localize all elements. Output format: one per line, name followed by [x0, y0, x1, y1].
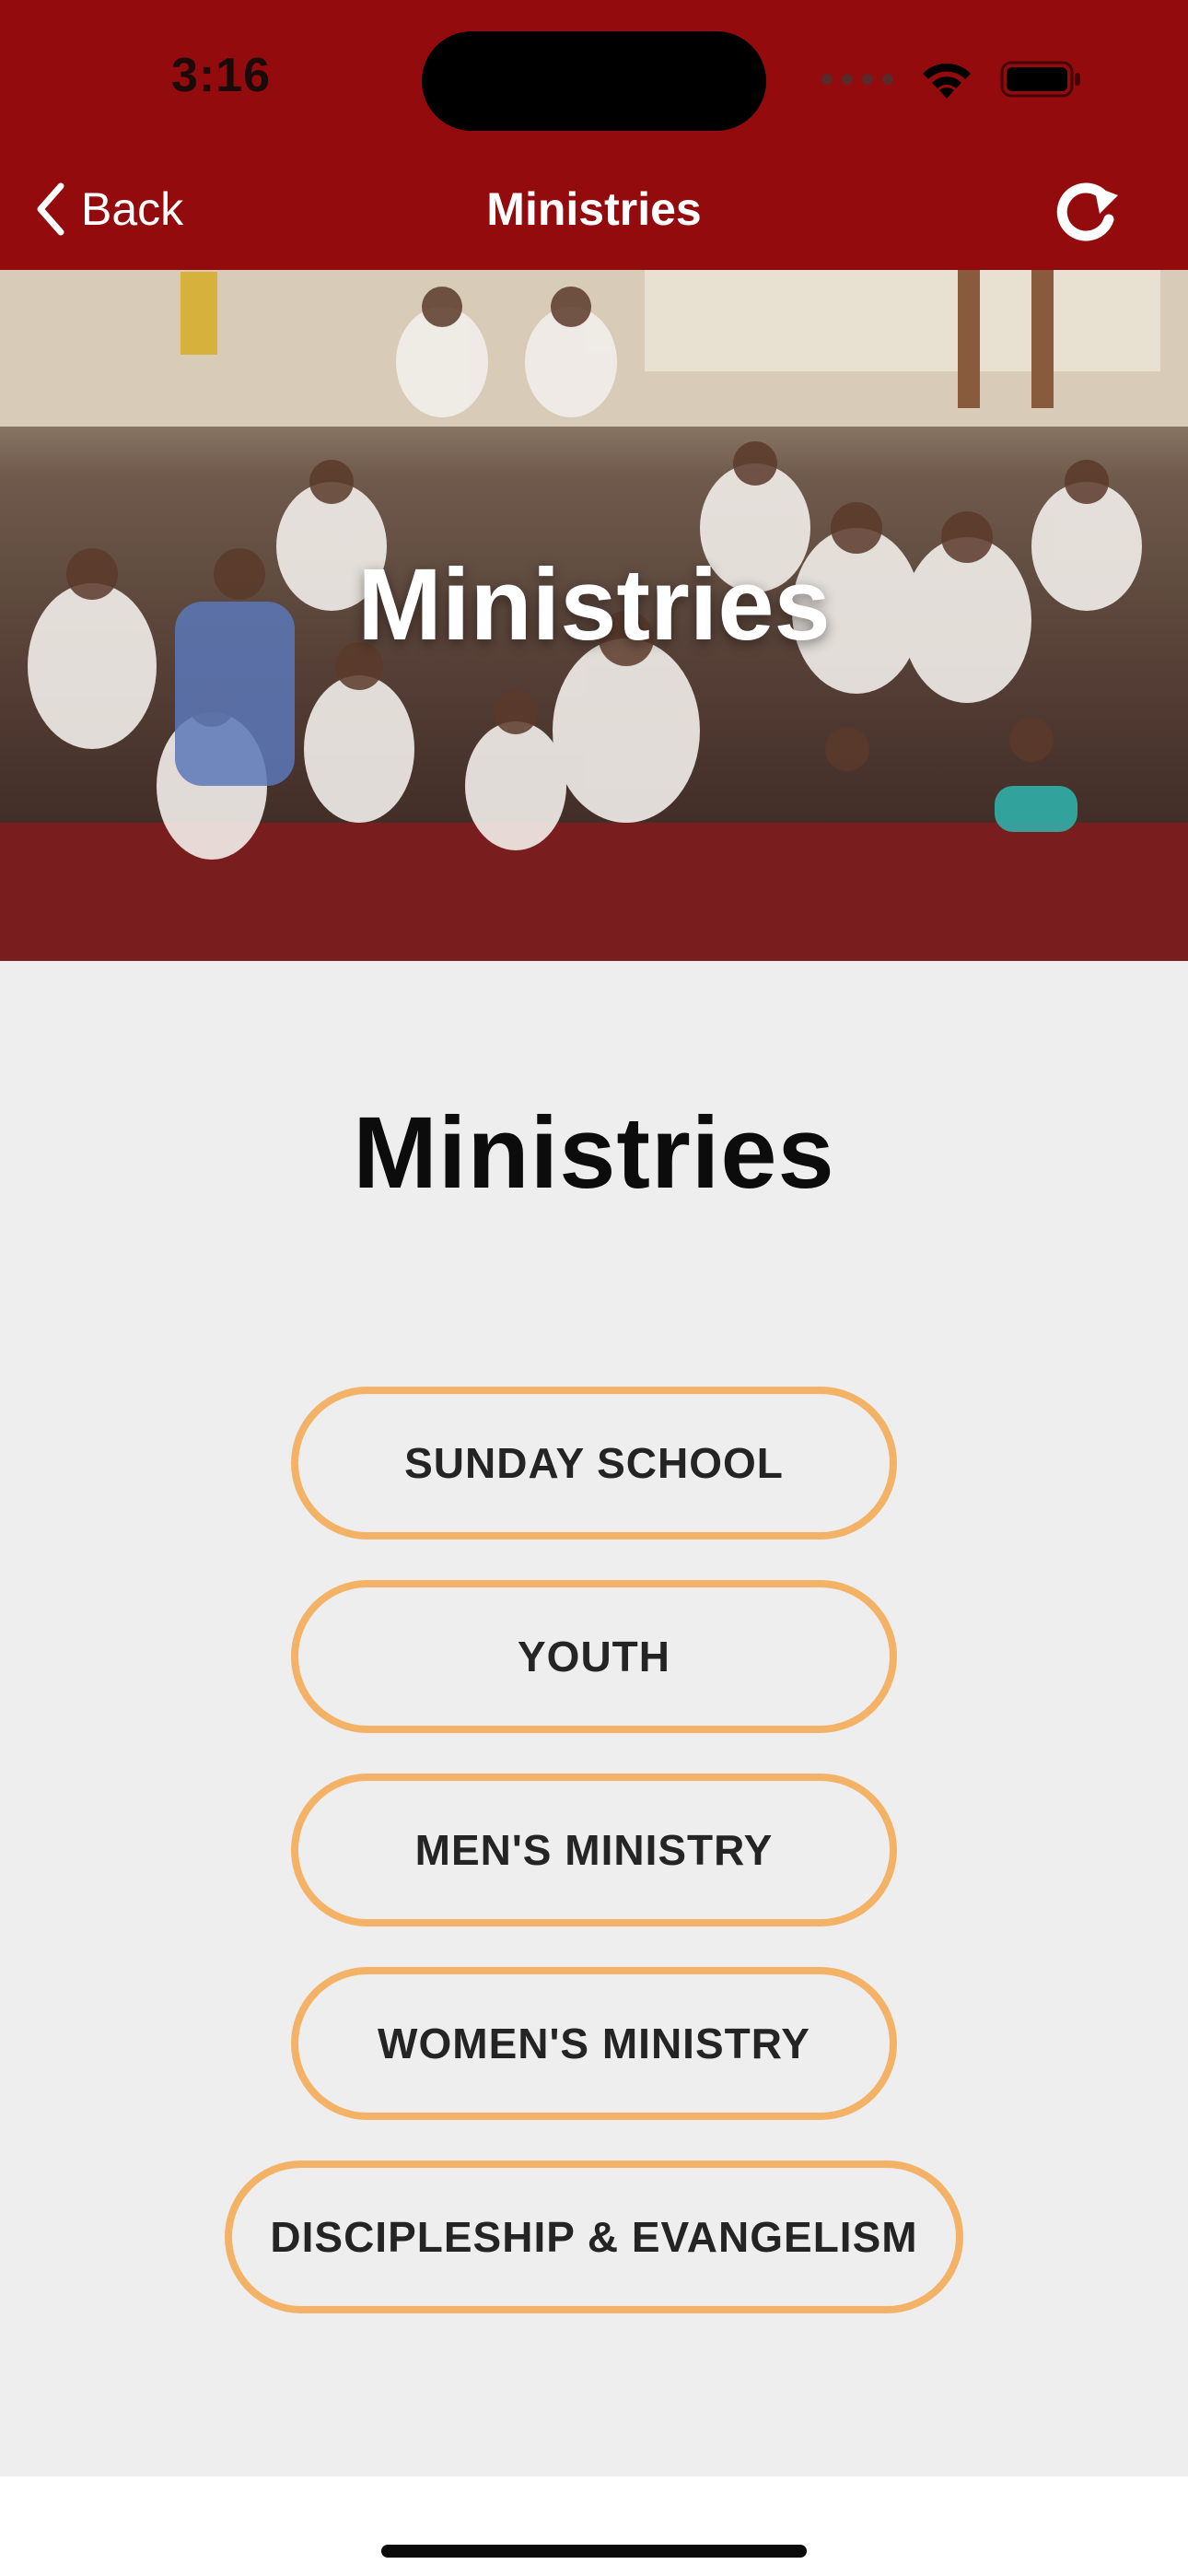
navigation-bar: 3:16 Back Ministries — [0, 0, 1188, 270]
page-title: Ministries — [353, 1096, 835, 1210]
battery-icon — [1000, 61, 1080, 98]
status-icons — [820, 57, 1083, 101]
status-time: 3:16 — [171, 49, 272, 102]
nav-title: Ministries — [486, 183, 702, 235]
home-indicator[interactable] — [381, 2545, 807, 2558]
discipleship-evangelism-button[interactable]: DISCIPLESHIP & EVANGELISM — [225, 2160, 963, 2313]
home-indicator-area — [0, 2476, 1188, 2576]
hero-banner: Ministries — [0, 270, 1188, 961]
cellular-signal-icon — [821, 74, 893, 85]
dynamic-island — [422, 31, 766, 131]
wifi-icon — [923, 63, 971, 99]
womens-ministry-button[interactable]: WOMEN'S MINISTRY — [291, 1967, 897, 2120]
ministries-content: Ministries SUNDAY SCHOOL YOUTH MEN'S MIN… — [0, 961, 1188, 2476]
refresh-icon — [1056, 182, 1118, 241]
youth-button[interactable]: YOUTH — [291, 1580, 897, 1733]
sunday-school-button[interactable]: SUNDAY SCHOOL — [291, 1387, 897, 1540]
hero-title: Ministries — [357, 548, 831, 662]
refresh-button[interactable] — [1050, 175, 1124, 249]
mens-ministry-button[interactable]: MEN'S MINISTRY — [291, 1774, 897, 1926]
